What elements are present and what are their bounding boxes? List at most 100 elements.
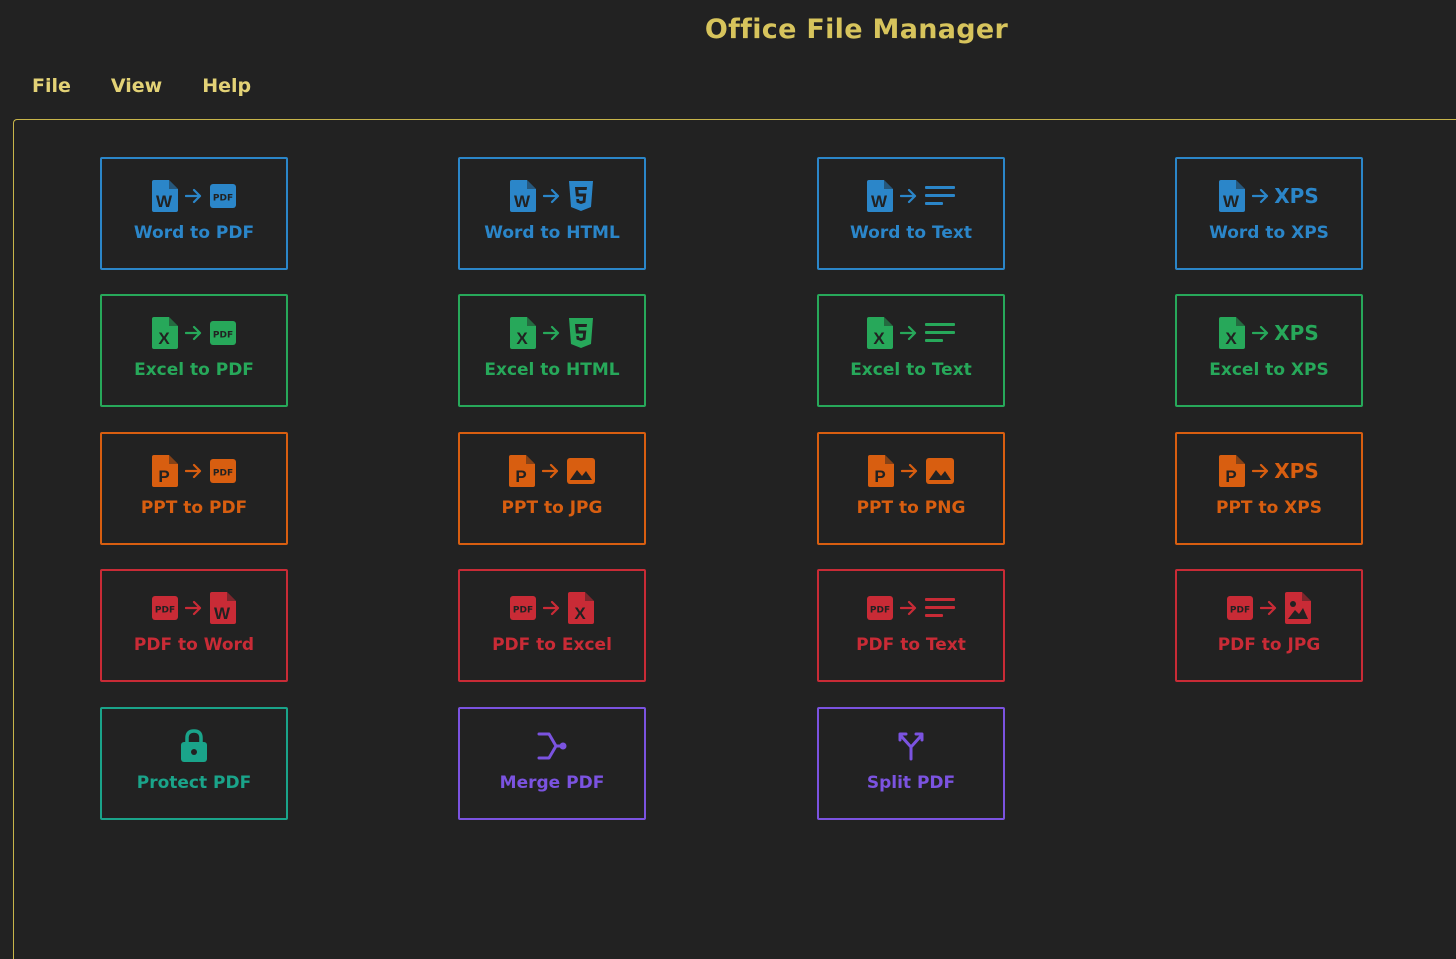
- tile-icons: [460, 729, 644, 763]
- menu-bar: File View Help: [32, 72, 251, 100]
- html5-icon: [568, 318, 594, 348]
- tile-icons: X PDF: [102, 316, 286, 350]
- word-icon: W: [510, 180, 536, 212]
- arrow-right-icon: [185, 600, 203, 616]
- word-icon: W: [210, 592, 236, 624]
- tile-label: Excel to Text: [850, 360, 972, 380]
- tile-icons: [102, 729, 286, 763]
- svg-text:P: P: [1226, 467, 1237, 486]
- svg-text:P: P: [158, 467, 169, 486]
- tile-merge-pdf[interactable]: Merge PDF: [458, 707, 646, 820]
- menu-help[interactable]: Help: [202, 72, 251, 100]
- text-lines-icon: [925, 185, 955, 207]
- tile-icons: PDF X: [460, 591, 644, 625]
- tile-pdf-to-word[interactable]: PDF W PDF to Word: [100, 569, 288, 682]
- xps-icon: XPS: [1274, 459, 1319, 483]
- ppt-icon: P: [1219, 455, 1246, 487]
- tile-excel-to-text[interactable]: X Excel to Text: [817, 294, 1005, 407]
- image-icon: [567, 458, 595, 484]
- tile-pdf-to-text[interactable]: PDF PDF to Text: [817, 569, 1005, 682]
- svg-text:X: X: [574, 604, 586, 623]
- tile-icons: P PDF: [102, 454, 286, 488]
- xps-icon: XPS: [1274, 184, 1319, 208]
- excel-icon: X: [568, 592, 594, 624]
- tile-label: PPT to PNG: [856, 498, 966, 518]
- tile-word-to-html[interactable]: W Word to HTML: [458, 157, 646, 270]
- tile-ppt-to-pdf[interactable]: P PDF PPT to PDF: [100, 432, 288, 545]
- arrow-right-icon: [900, 325, 918, 341]
- svg-text:X: X: [516, 329, 528, 348]
- tile-label: Merge PDF: [499, 773, 605, 793]
- tile-excel-to-pdf[interactable]: X PDF Excel to PDF: [100, 294, 288, 407]
- tile-word-to-text[interactable]: W Word to Text: [817, 157, 1005, 270]
- menu-file[interactable]: File: [32, 72, 71, 100]
- tile-icons: X: [460, 316, 644, 350]
- arrow-right-icon: [185, 325, 203, 341]
- svg-text:W: W: [1223, 192, 1240, 211]
- tile-label: Word to XPS: [1209, 223, 1329, 243]
- svg-text:P: P: [515, 467, 526, 486]
- svg-text:X: X: [158, 329, 170, 348]
- tile-label: Word to HTML: [484, 223, 620, 243]
- tile-split-pdf[interactable]: Split PDF: [817, 707, 1005, 820]
- arrow-right-icon: [1252, 325, 1270, 341]
- tile-ppt-to-png[interactable]: P PPT to PNG: [817, 432, 1005, 545]
- tile-label: PDF to Text: [856, 635, 966, 655]
- pdf-icon: PDF: [210, 321, 236, 345]
- arrow-right-icon: [1252, 188, 1270, 204]
- svg-text:PDF: PDF: [213, 194, 233, 204]
- tile-excel-to-html[interactable]: X Excel to HTML: [458, 294, 646, 407]
- word-icon: W: [152, 180, 178, 212]
- xps-icon: XPS: [1274, 321, 1319, 345]
- arrow-right-icon: [543, 188, 561, 204]
- pdf-icon: PDF: [210, 459, 236, 483]
- excel-icon: X: [867, 317, 893, 349]
- tile-icons: PDF: [1177, 591, 1361, 625]
- tile-excel-to-xps[interactable]: X XPS Excel to XPS: [1175, 294, 1363, 407]
- tile-label: PPT to JPG: [501, 498, 603, 518]
- tile-icons: PDF: [819, 591, 1003, 625]
- tile-icons: W PDF: [102, 179, 286, 213]
- svg-text:W: W: [514, 192, 531, 211]
- pdf-icon: PDF: [867, 596, 893, 620]
- arrow-right-icon: [543, 600, 561, 616]
- svg-text:PDF: PDF: [513, 606, 533, 616]
- lock-icon: [180, 729, 208, 763]
- svg-text:P: P: [874, 467, 885, 486]
- tile-label: PPT to PDF: [140, 498, 248, 518]
- merge-icon: [536, 730, 568, 762]
- word-icon: W: [867, 180, 893, 212]
- image-file-icon: [1285, 592, 1311, 624]
- tile-ppt-to-jpg[interactable]: P PPT to JPG: [458, 432, 646, 545]
- tile-icons: P: [460, 454, 644, 488]
- pdf-icon: PDF: [1227, 596, 1253, 620]
- ppt-icon: P: [152, 455, 178, 487]
- arrow-right-icon: [1252, 463, 1270, 479]
- word-icon: W: [1219, 180, 1246, 212]
- tile-icons: P XPS: [1177, 454, 1361, 488]
- text-lines-icon: [925, 322, 955, 344]
- tile-pdf-to-jpg[interactable]: PDF PDF to JPG: [1175, 569, 1363, 682]
- tile-label: PDF to Word: [133, 635, 255, 655]
- split-icon: [897, 731, 925, 761]
- excel-icon: X: [152, 317, 178, 349]
- html5-icon: [568, 181, 594, 211]
- tile-pdf-to-excel[interactable]: PDF X PDF to Excel: [458, 569, 646, 682]
- tile-label: Word to Text: [850, 223, 972, 243]
- arrow-right-icon: [900, 600, 918, 616]
- tile-word-to-pdf[interactable]: W PDF Word to PDF: [100, 157, 288, 270]
- tile-icons: P: [819, 454, 1003, 488]
- tile-icons: W: [819, 179, 1003, 213]
- ppt-icon: P: [509, 455, 535, 487]
- tile-protect-pdf[interactable]: Protect PDF: [100, 707, 288, 820]
- tile-icons: W: [460, 179, 644, 213]
- menu-view[interactable]: View: [111, 72, 162, 100]
- tile-label: PDF to Excel: [492, 635, 612, 655]
- tile-label: Excel to PDF: [134, 360, 254, 380]
- tile-word-to-xps[interactable]: W XPS Word to XPS: [1175, 157, 1363, 270]
- tile-icons: [819, 729, 1003, 763]
- svg-text:PDF: PDF: [213, 331, 233, 341]
- tile-ppt-to-xps[interactable]: P XPS PPT to XPS: [1175, 432, 1363, 545]
- svg-text:PDF: PDF: [870, 606, 890, 616]
- svg-text:W: W: [156, 192, 173, 211]
